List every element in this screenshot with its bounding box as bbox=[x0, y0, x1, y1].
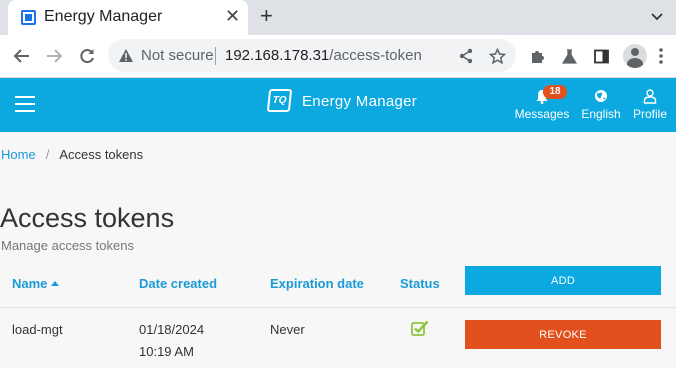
side-panel-icon[interactable] bbox=[590, 45, 612, 67]
new-tab-button[interactable]: + bbox=[260, 5, 273, 27]
url-text[interactable]: 192.168.178.31/access-token bbox=[225, 47, 422, 64]
close-tab-icon[interactable]: ✕ bbox=[225, 6, 240, 26]
token-name: load-mgt bbox=[12, 322, 63, 337]
forward-button[interactable] bbox=[42, 44, 66, 68]
divider bbox=[215, 47, 216, 65]
language-button[interactable]: English bbox=[578, 87, 624, 121]
share-icon[interactable] bbox=[457, 47, 475, 65]
divider bbox=[0, 307, 676, 308]
column-header-expiration-date[interactable]: Expiration date bbox=[270, 276, 364, 291]
browser-tab[interactable]: Energy Manager ✕ bbox=[8, 0, 248, 35]
tab-title: Energy Manager bbox=[44, 8, 163, 25]
column-header-name-label: Name bbox=[12, 276, 48, 291]
reload-icon bbox=[80, 49, 94, 64]
messages-label: Messages bbox=[514, 107, 570, 121]
column-header-status[interactable]: Status bbox=[400, 276, 440, 291]
breadcrumb-separator: / bbox=[45, 147, 50, 162]
lab-flask-icon[interactable] bbox=[558, 45, 580, 67]
hamburger-menu-icon[interactable] bbox=[15, 96, 35, 112]
main-content: Home / Access tokens Access tokens Manage … bbox=[0, 132, 676, 368]
page-subtitle: Manage access tokens bbox=[1, 238, 134, 253]
profile-button[interactable]: Profile bbox=[630, 87, 670, 121]
reload-button[interactable] bbox=[75, 44, 99, 68]
revoke-button[interactable]: REVOKE bbox=[465, 320, 661, 349]
app-header: TQ Energy Manager Messages English Profi… bbox=[0, 78, 676, 132]
language-label: English bbox=[581, 107, 621, 121]
brand-title: Energy Manager bbox=[302, 93, 418, 110]
sort-ascending-icon bbox=[51, 281, 60, 286]
status-checkmark-icon bbox=[411, 320, 429, 336]
breadcrumb-home-link[interactable]: Home bbox=[1, 147, 36, 162]
token-time-created: 10:19 AM bbox=[139, 344, 194, 359]
back-button[interactable] bbox=[10, 44, 34, 68]
security-label[interactable]: Not secure bbox=[141, 47, 214, 64]
browser-toolbar: Not secure 192.168.178.31/access-token bbox=[0, 35, 676, 78]
favicon-icon bbox=[21, 10, 36, 25]
chevron-down-icon[interactable] bbox=[650, 9, 664, 23]
breadcrumb-current: Access tokens bbox=[59, 147, 144, 162]
page-title: Access tokens bbox=[0, 203, 175, 233]
globe-icon bbox=[595, 90, 607, 102]
brand-logo: TQ bbox=[266, 89, 293, 112]
kebab-menu-icon[interactable] bbox=[650, 45, 672, 67]
breadcrumb: Home / Access tokens bbox=[1, 147, 143, 162]
browser-tab-strip: Energy Manager ✕ + bbox=[0, 0, 676, 35]
user-icon bbox=[643, 88, 657, 104]
messages-count-badge: 18 bbox=[543, 85, 567, 99]
profile-label: Profile bbox=[632, 107, 667, 121]
url-path: /access-token bbox=[329, 47, 422, 64]
warning-icon[interactable] bbox=[118, 48, 134, 63]
arrow-right-icon bbox=[47, 49, 63, 63]
bookmark-star-icon[interactable] bbox=[488, 47, 506, 65]
token-date-created: 01/18/2024 bbox=[139, 322, 205, 337]
profile-avatar-icon[interactable] bbox=[623, 44, 647, 68]
arrow-left-icon bbox=[13, 49, 29, 63]
column-header-name[interactable]: Name bbox=[12, 276, 60, 291]
url-host: 192.168.178.31 bbox=[225, 47, 330, 64]
token-expiration: Never bbox=[270, 322, 305, 337]
extensions-puzzle-icon[interactable] bbox=[526, 45, 548, 67]
add-token-button[interactable]: ADD bbox=[465, 266, 661, 295]
column-header-date-created[interactable]: Date created bbox=[139, 276, 217, 291]
address-bar[interactable]: Not secure 192.168.178.31/access-token bbox=[108, 39, 516, 72]
